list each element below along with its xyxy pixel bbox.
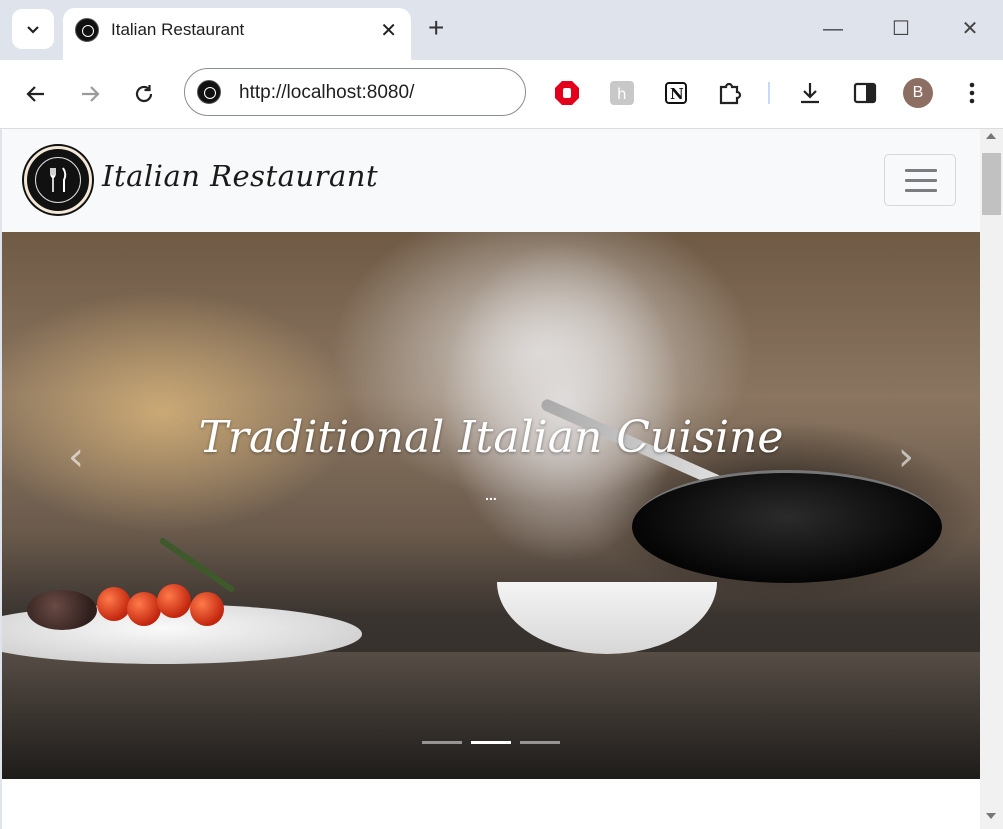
fork-knife-icon [50, 167, 67, 192]
h-extension-icon: h [610, 81, 634, 105]
scroll-up-arrow-icon[interactable] [986, 133, 996, 139]
carousel-caption-text: ... [485, 487, 497, 503]
side-panel-icon [853, 82, 877, 104]
site-info-icon[interactable] [197, 80, 221, 104]
browser-tab-active[interactable]: Italian Restaurant ✕ [63, 8, 411, 60]
meatball-graphic [27, 590, 97, 630]
arrow-right-icon [82, 86, 100, 102]
counter-graphic [2, 652, 980, 779]
notion-extension-button[interactable]: N [662, 79, 690, 107]
browser-menu-button[interactable] [958, 79, 986, 107]
hero-carousel: Traditional Italian Cuisine ... ‹ › [2, 232, 980, 779]
puzzle-icon [719, 82, 742, 105]
page-viewport: Italian Restaurant Traditional Italian C… [2, 129, 980, 829]
maximize-button[interactable]: ☐ [886, 14, 916, 44]
arrow-left-icon [26, 86, 44, 102]
back-button[interactable] [18, 76, 54, 112]
svg-text:N: N [670, 85, 684, 103]
forward-button[interactable] [72, 76, 108, 112]
page-scrollbar[interactable] [980, 129, 1003, 829]
tab-search-button[interactable] [12, 9, 54, 49]
chevron-down-icon [27, 26, 39, 34]
restaurant-logo[interactable] [24, 146, 92, 214]
tomato-graphic [127, 592, 161, 626]
tomato-graphic [97, 587, 131, 621]
address-bar[interactable]: http://localhost:8080/ [184, 68, 526, 116]
carousel-indicator-2[interactable] [471, 741, 511, 744]
profile-avatar[interactable]: B [903, 78, 933, 108]
new-tab-button[interactable]: + [428, 14, 444, 42]
side-panel-button[interactable] [851, 79, 879, 107]
hamburger-line [905, 179, 937, 182]
extension-h-button[interactable]: h [608, 79, 636, 107]
scroll-down-arrow-icon[interactable] [986, 813, 996, 819]
favicon-icon [75, 18, 99, 42]
hamburger-icon [905, 169, 937, 172]
tomato-graphic [190, 592, 224, 626]
brand-name[interactable]: Italian Restaurant [102, 159, 378, 193]
navbar-toggler-button[interactable] [884, 154, 956, 206]
hamburger-line [905, 189, 937, 192]
carousel-next-button[interactable]: › [886, 432, 926, 482]
browser-toolbar: http://localhost:8080/ h N B [0, 60, 1003, 129]
minimize-button[interactable]: — [818, 14, 848, 44]
carousel-prev-button[interactable]: ‹ [56, 432, 96, 482]
downloads-button[interactable] [796, 79, 824, 107]
svg-text:h: h [617, 85, 627, 103]
scrollbar-thumb[interactable] [982, 153, 1001, 215]
adblock-extension-button[interactable] [553, 79, 581, 107]
tab-close-button[interactable]: ✕ [380, 18, 397, 43]
bowl-graphic [497, 582, 717, 654]
tab-title: Italian Restaurant [111, 20, 245, 39]
reload-icon [135, 85, 153, 103]
notion-icon: N [665, 82, 687, 104]
carousel-indicator-3[interactable] [520, 741, 560, 744]
fork-knife-logo-icon [35, 157, 81, 203]
carousel-caption-title: Traditional Italian Cuisine [198, 412, 784, 463]
kebab-menu-icon [969, 82, 975, 104]
tomato-graphic [157, 584, 191, 618]
reload-button[interactable] [126, 76, 162, 112]
extensions-button[interactable] [716, 79, 744, 107]
carousel-indicator-1[interactable] [422, 741, 462, 744]
window-close-button[interactable]: ✕ [955, 14, 985, 44]
toolbar-separator [768, 82, 770, 104]
url-text[interactable]: http://localhost:8080/ [239, 82, 414, 104]
site-navbar: Italian Restaurant [2, 129, 980, 232]
tab-strip: Italian Restaurant ✕ + — ☐ ✕ [0, 0, 1003, 60]
stop-hand-icon [555, 81, 579, 105]
download-icon [801, 83, 819, 104]
